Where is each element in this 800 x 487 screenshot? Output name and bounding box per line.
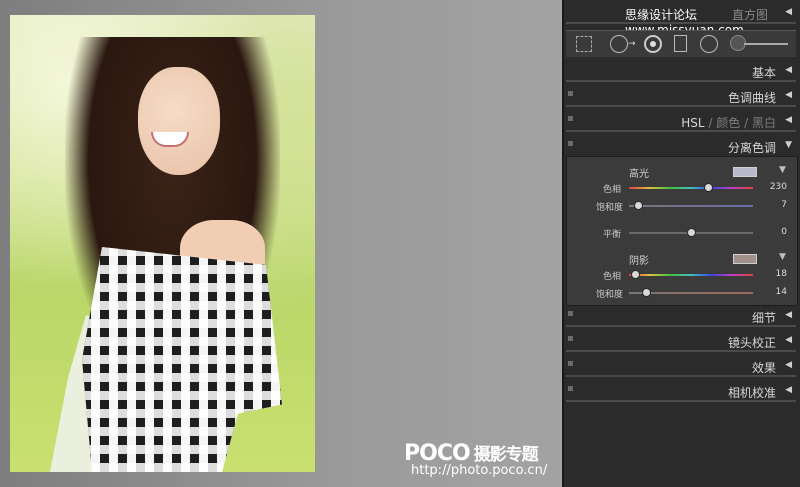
split-toning-expand-icon[interactable]: ▼ <box>785 140 792 150</box>
section-divider <box>566 80 796 82</box>
tool-strip: → <box>566 30 796 57</box>
section-split-toning[interactable]: 分离色调 ▼ <box>566 137 796 157</box>
shadows-color-chip[interactable] <box>733 254 757 264</box>
shadows-hue-slider[interactable] <box>629 274 753 276</box>
balance-label: 平衡 <box>603 230 622 240</box>
tab-bw[interactable]: 黑白 <box>752 116 776 130</box>
highlights-saturation-slider[interactable] <box>629 205 753 207</box>
tab-color[interactable]: 颜色 <box>716 116 740 130</box>
highlights-title: 高光 <box>629 169 649 180</box>
section-tone-curve-label: 色调曲线 <box>727 91 776 105</box>
balance-knob[interactable] <box>687 228 696 237</box>
highlights-hue-label: 色相 <box>603 185 622 195</box>
graduated-filter-icon[interactable] <box>674 35 687 52</box>
edited-photo <box>10 15 315 472</box>
split-toning-panel: 高光 ▼ 色相 230 饱和度 7 平衡 0 阴影 ▼ 色相 18 饱和度 14 <box>566 156 798 306</box>
effects-switch-icon[interactable] <box>568 361 573 366</box>
brush-size-slider[interactable] <box>744 43 788 45</box>
section-effects[interactable]: 效果 ◀ <box>566 357 796 377</box>
section-divider <box>566 350 796 352</box>
camera-switch-icon[interactable] <box>568 386 573 391</box>
highlights-saturation-knob[interactable] <box>633 201 643 210</box>
spot-removal-icon[interactable] <box>610 35 628 53</box>
shadows-hue-knob[interactable] <box>631 270 641 279</box>
section-camera-calibration[interactable]: 相机校准 ◀ <box>566 382 796 402</box>
section-basic-label: 基本 <box>751 66 776 80</box>
watermark-logo-sub: 摄影专题 <box>473 445 539 465</box>
section-lens-corrections[interactable]: 镜头校正 ◀ <box>566 332 796 352</box>
section-camera-label: 相机校准 <box>727 386 776 400</box>
section-basic[interactable]: 基本 ◀ <box>566 62 796 82</box>
section-divider <box>566 22 796 24</box>
hsl-collapse-icon[interactable]: ◀ <box>785 115 792 125</box>
detail-collapse-icon[interactable]: ◀ <box>785 310 792 320</box>
highlights-dropdown-icon[interactable]: ▼ <box>779 165 786 175</box>
highlights-hue-slider[interactable] <box>629 187 753 189</box>
shadows-hue-value[interactable]: 18 <box>761 269 787 279</box>
highlights-saturation-label: 饱和度 <box>596 203 624 213</box>
photo-face <box>138 67 220 175</box>
radial-filter-icon[interactable] <box>700 35 718 53</box>
lens-collapse-icon[interactable]: ◀ <box>785 335 792 345</box>
section-split-toning-label: 分离色调 <box>727 141 776 155</box>
section-tone-curve[interactable]: 色调曲线 ◀ <box>566 87 796 107</box>
histogram-collapse-icon[interactable]: ◀ <box>785 7 792 17</box>
balance-value[interactable]: 0 <box>761 227 787 237</box>
arrow-right-icon: → <box>628 39 636 49</box>
detail-switch-icon[interactable] <box>568 311 573 316</box>
section-divider <box>566 130 796 132</box>
section-histogram[interactable]: 直方图 ◀ <box>566 4 796 24</box>
section-hsl[interactable]: HSL / 颜色 / 黑白 ◀ <box>566 112 796 132</box>
highlights-hue-value[interactable]: 230 <box>761 182 787 192</box>
section-histogram-label: 直方图 <box>731 8 768 22</box>
highlights-hue-knob[interactable] <box>704 183 714 192</box>
tone-curve-collapse-icon[interactable]: ◀ <box>785 90 792 100</box>
section-lens-label: 镜头校正 <box>727 336 776 350</box>
camera-collapse-icon[interactable]: ◀ <box>785 385 792 395</box>
section-divider <box>566 105 796 107</box>
shadows-saturation-value[interactable]: 14 <box>761 287 787 297</box>
photo-canvas <box>0 0 562 487</box>
section-divider <box>566 375 796 377</box>
split-toning-switch-icon[interactable] <box>568 141 573 146</box>
tab-separator: / <box>744 116 749 130</box>
lens-switch-icon[interactable] <box>568 336 573 341</box>
crop-grid-icon[interactable] <box>576 36 592 52</box>
effects-collapse-icon[interactable]: ◀ <box>785 360 792 370</box>
tab-separator: / <box>708 116 713 130</box>
shadows-saturation-label: 饱和度 <box>596 290 624 300</box>
hsl-switch-icon[interactable] <box>568 116 573 121</box>
tone-curve-switch-icon[interactable] <box>568 91 573 96</box>
shadows-dropdown-icon[interactable]: ▼ <box>779 252 786 262</box>
section-detail-label: 细节 <box>751 311 776 325</box>
tab-hsl[interactable]: HSL <box>681 116 704 130</box>
section-hsl-label: HSL / 颜色 / 黑白 <box>681 114 776 131</box>
shadows-title: 阴影 <box>629 256 649 267</box>
section-divider <box>566 400 796 402</box>
highlights-saturation-value[interactable]: 7 <box>761 200 787 210</box>
highlights-color-chip[interactable] <box>733 167 757 177</box>
section-divider <box>566 325 796 327</box>
section-effects-label: 效果 <box>751 361 776 375</box>
red-eye-icon[interactable] <box>644 35 662 53</box>
basic-collapse-icon[interactable]: ◀ <box>785 65 792 75</box>
section-detail[interactable]: 细节 ◀ <box>566 307 796 327</box>
shadows-saturation-knob[interactable] <box>642 288 652 297</box>
shadows-hue-label: 色相 <box>603 272 622 282</box>
